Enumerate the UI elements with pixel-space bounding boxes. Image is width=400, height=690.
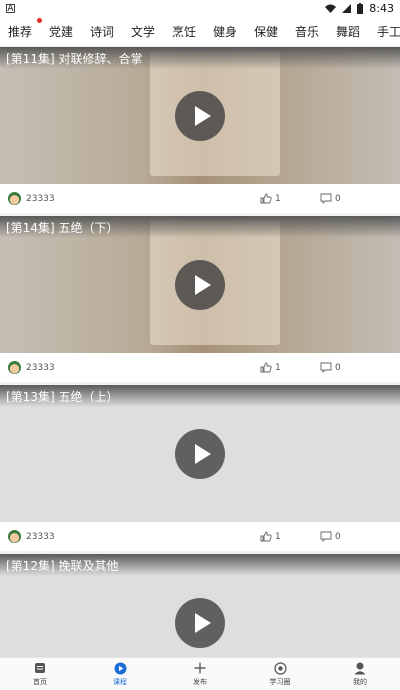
notification-icon: A [6, 3, 15, 14]
tab-label: 舞蹈 [335, 25, 360, 39]
nav-course[interactable]: 课程 [80, 658, 160, 690]
video-meta: 23333 1 0 [0, 353, 400, 382]
tab-label: 诗词 [89, 25, 114, 39]
play-icon [194, 444, 211, 464]
nav-label: 我的 [353, 678, 367, 686]
video-meta: 23333 1 0 [0, 184, 400, 213]
tab-label: 手工 [376, 25, 400, 39]
tab-label: 推荐 [7, 25, 32, 39]
play-button[interactable] [175, 91, 225, 141]
play-icon [194, 106, 211, 126]
thumbs-up-icon [260, 193, 272, 204]
video-meta: 23333 1 0 [0, 522, 400, 551]
like-count: 1 [275, 193, 281, 204]
nav-circle[interactable]: 学习圈 [240, 658, 320, 690]
course-play-icon [113, 661, 127, 675]
nav-label: 发布 [193, 678, 207, 686]
home-icon [33, 661, 47, 675]
tab-literature[interactable]: 文学 [123, 23, 163, 40]
tab-health[interactable]: 保健 [246, 23, 286, 40]
comment-count: 0 [335, 362, 341, 373]
play-icon [194, 613, 211, 633]
comment-icon [320, 193, 332, 204]
status-bar: A 8:43 [0, 0, 400, 17]
video-title: [第14集] 五绝（下） [0, 216, 400, 238]
like-button[interactable]: 1 [260, 531, 320, 542]
clock-text: 8:43 [369, 2, 394, 15]
video-feed: [第11集] 对联修辞、合掌 23333 1 0 [第14集] 五绝（下） 23… [0, 47, 400, 657]
tab-label: 党建 [48, 25, 73, 39]
tab-label: 健身 [212, 25, 237, 39]
tab-fitness[interactable]: 健身 [205, 23, 245, 40]
thumbs-up-icon [260, 362, 272, 373]
video-title: [第11集] 对联修辞、合掌 [0, 47, 400, 69]
video-card[interactable]: [第13集] 五绝（上） 23333 1 0 [0, 385, 400, 551]
avatar[interactable] [8, 530, 21, 543]
bottom-nav: 首页 课程 发布 学习圈 我的 [0, 657, 400, 690]
comment-icon [320, 531, 332, 542]
tab-poetry[interactable]: 诗词 [82, 23, 122, 40]
nav-label: 首页 [33, 678, 47, 686]
nav-profile[interactable]: 我的 [320, 658, 400, 690]
tab-party[interactable]: 党建 [41, 23, 81, 40]
author-name[interactable]: 23333 [26, 532, 236, 542]
play-button[interactable] [175, 598, 225, 648]
like-button[interactable]: 1 [260, 193, 320, 204]
comment-count: 0 [335, 531, 341, 542]
circle-icon [273, 661, 287, 675]
video-card[interactable]: [第12集] 挽联及其他 [0, 554, 400, 657]
author-name[interactable]: 23333 [26, 363, 236, 373]
video-card[interactable]: [第11集] 对联修辞、合掌 23333 1 0 [0, 47, 400, 213]
tab-handcraft[interactable]: 手工 [369, 23, 400, 40]
profile-icon [353, 661, 367, 675]
play-button[interactable] [175, 260, 225, 310]
status-right: 8:43 [325, 2, 394, 15]
video-title: [第13集] 五绝（上） [0, 385, 400, 407]
like-count: 1 [275, 531, 281, 542]
like-button[interactable]: 1 [260, 362, 320, 373]
video-card[interactable]: [第14集] 五绝（下） 23333 1 0 [0, 216, 400, 382]
wifi-icon [325, 4, 337, 13]
avatar[interactable] [8, 192, 21, 205]
video-title: [第12集] 挽联及其他 [0, 554, 400, 576]
comment-icon [320, 362, 332, 373]
tab-cooking[interactable]: 烹饪 [164, 23, 204, 40]
comment-count: 0 [335, 193, 341, 204]
tab-recommend[interactable]: 推荐 [0, 17, 43, 40]
tab-dance[interactable]: 舞蹈 [328, 23, 368, 40]
play-icon [194, 275, 211, 295]
thumbs-up-icon [260, 531, 272, 542]
nav-label: 学习圈 [269, 678, 291, 686]
tab-label: 音乐 [294, 25, 319, 39]
tab-music[interactable]: 音乐 [287, 23, 327, 40]
nav-publish[interactable]: 发布 [160, 658, 240, 690]
nav-home[interactable]: 首页 [0, 658, 80, 690]
comment-button[interactable]: 0 [320, 531, 341, 542]
signal-icon [342, 4, 352, 13]
like-count: 1 [275, 362, 281, 373]
comment-button[interactable]: 0 [320, 193, 341, 204]
comment-button[interactable]: 0 [320, 362, 341, 373]
avatar[interactable] [8, 361, 21, 374]
tab-label: 烹饪 [171, 25, 196, 39]
play-button[interactable] [175, 429, 225, 479]
tab-label: 保健 [253, 25, 278, 39]
battery-icon [357, 3, 364, 14]
category-tabs: 推荐 党建 诗词 文学 烹饪 健身 保健 音乐 舞蹈 手工 [0, 17, 400, 47]
plus-icon [193, 661, 207, 675]
tab-label: 文学 [130, 25, 155, 39]
author-name[interactable]: 23333 [26, 194, 236, 204]
nav-label: 课程 [113, 678, 127, 686]
